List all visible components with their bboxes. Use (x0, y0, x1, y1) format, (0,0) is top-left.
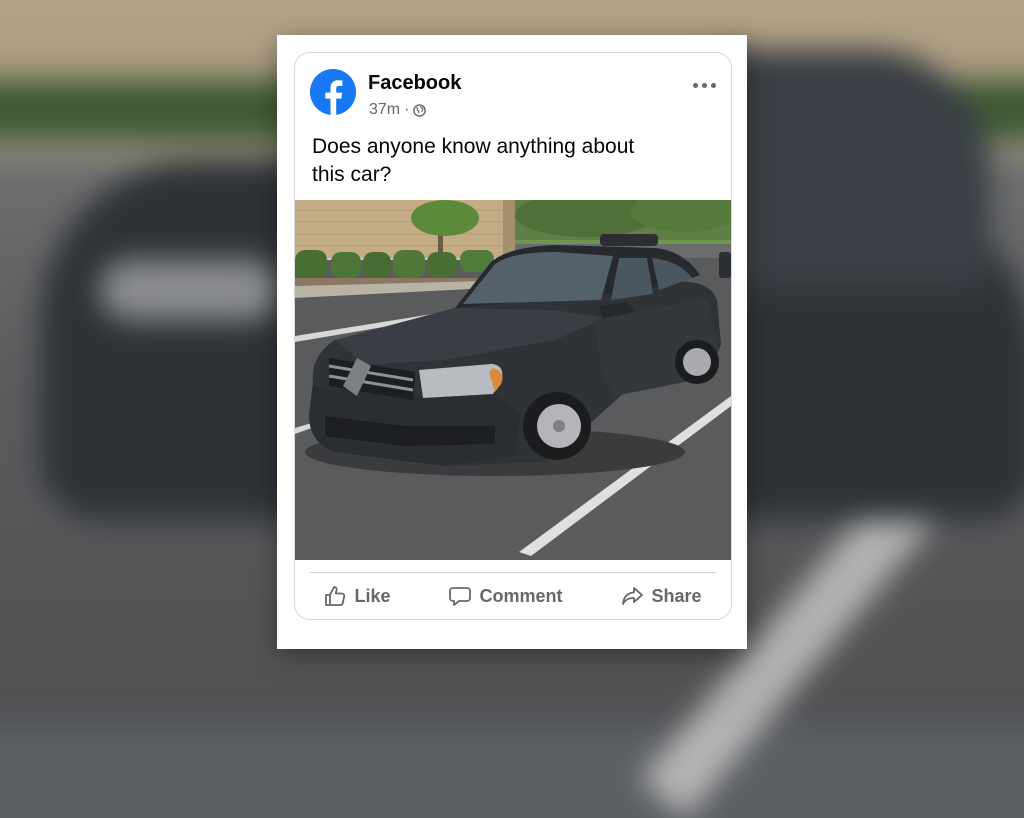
comment-button[interactable]: Comment (439, 581, 572, 611)
comment-label: Comment (479, 585, 563, 606)
post-author-name[interactable]: Facebook (368, 72, 461, 95)
facebook-logo-icon[interactable] (310, 69, 356, 115)
meta-separator: · (404, 101, 410, 118)
like-button[interactable]: Like (314, 581, 400, 611)
facebook-post-card: Facebook 37m · Does anyone know anything… (294, 52, 732, 620)
globe-icon (413, 103, 427, 117)
share-arrow-icon (622, 587, 644, 605)
post-frame: Facebook 37m · Does anyone know anything… (277, 35, 747, 649)
post-timestamp[interactable]: 37m (369, 101, 400, 119)
like-label: Like (354, 585, 391, 606)
share-button[interactable]: Share (611, 581, 711, 611)
share-label: Share (651, 585, 702, 606)
speech-bubble-icon (449, 587, 472, 606)
post-text: Does anyone know anything about this car… (312, 135, 635, 186)
post-photo[interactable] (295, 200, 731, 560)
post-meta: 37m · (369, 101, 427, 119)
post-header: Facebook 37m · (295, 53, 731, 123)
thumbs-up-icon (325, 586, 346, 606)
post-actions-bar: Like Comment Share (295, 573, 731, 619)
more-options-icon[interactable] (689, 75, 719, 95)
